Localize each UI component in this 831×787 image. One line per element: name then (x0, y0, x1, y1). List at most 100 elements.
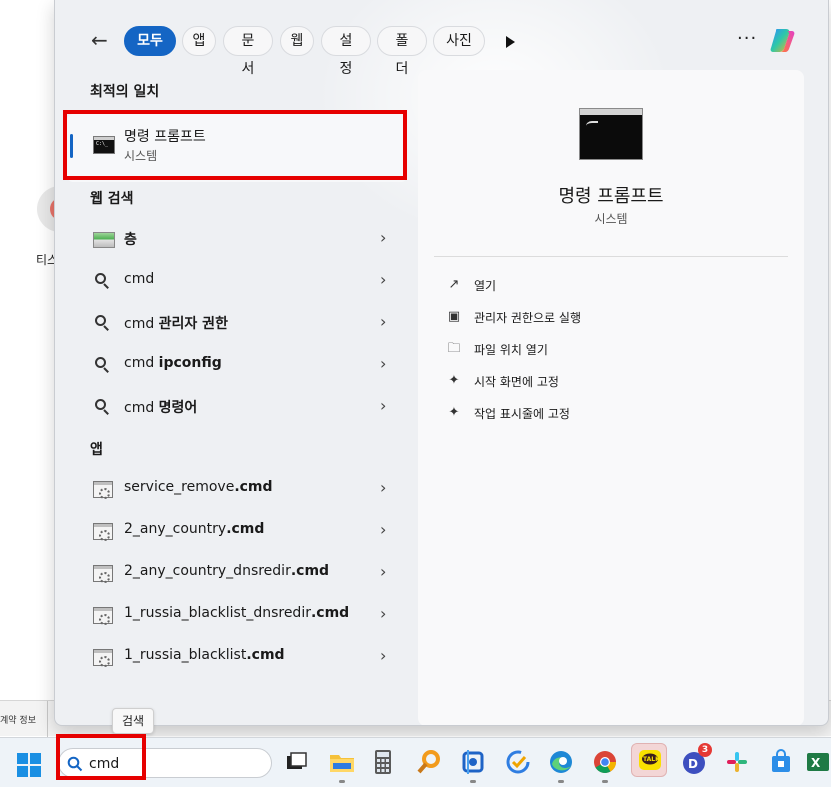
web-search-heading: 웹 검색 (90, 191, 134, 207)
web-search-item[interactable]: 층 › (67, 218, 407, 258)
search-icon (93, 356, 111, 374)
app-result-item[interactable]: 2_any_country.cmd › (67, 510, 407, 550)
action-open[interactable]: ↗ 열기 (434, 270, 788, 300)
excel-icon: X (807, 753, 829, 771)
chevron-right-icon[interactable]: › (380, 354, 386, 373)
start-search-panel: ← 모두 앱 문서 웹 설정 폴더 사진 ··· 최적의 일치 C:\_ 명령 … (54, 0, 829, 726)
apps-heading: 앱 (90, 442, 103, 458)
web-search-label: cmd 관리자 권한 (124, 316, 228, 332)
chevron-right-icon[interactable]: › (380, 604, 386, 623)
running-indicator (602, 780, 608, 783)
batch-file-icon (93, 522, 113, 541)
todo-check-icon (506, 750, 530, 774)
batch-file-icon (93, 564, 113, 583)
action-open-file-location[interactable]: 🗀 파일 위치 열기 (434, 334, 788, 364)
chevron-right-icon[interactable]: › (380, 228, 386, 247)
taskbar-store-app[interactable] (766, 747, 796, 777)
folder-icon: 🗀 (447, 341, 461, 356)
shield-icon: ▣ (447, 309, 461, 324)
task-view-icon (287, 752, 307, 769)
web-search-item[interactable]: cmd ipconfig › (67, 344, 407, 384)
calculator-icon (375, 750, 391, 774)
tab-settings[interactable]: 설정 (321, 26, 371, 77)
copilot-icon[interactable] (768, 25, 798, 55)
edge-browser-icon (550, 751, 572, 773)
web-image-icon (93, 230, 115, 248)
snipping-tool-icon (462, 750, 484, 774)
running-indicator (339, 780, 345, 783)
chevron-right-icon[interactable]: › (380, 312, 386, 331)
chevron-right-icon[interactable]: › (380, 478, 386, 497)
taskbar-chrome[interactable] (590, 747, 620, 783)
chevron-right-icon[interactable]: › (380, 562, 386, 581)
taskbar-snipping-tool[interactable] (458, 747, 488, 783)
svg-text:D: D (688, 757, 698, 771)
running-indicator (470, 780, 476, 783)
search-icon (93, 398, 111, 416)
tab-apps[interactable]: 앱 (182, 26, 216, 56)
detail-divider (434, 256, 788, 257)
chrome-browser-icon (594, 751, 616, 773)
detail-title: 명령 프롬프트 (558, 186, 664, 207)
notification-badge: 3 (698, 743, 712, 757)
action-label: 작업 표시줄에 고정 (474, 407, 570, 421)
tab-all[interactable]: 모두 (124, 26, 176, 56)
detail-subtitle: 시스템 (594, 212, 628, 226)
red-highlight-annotation (63, 110, 407, 180)
taskbar-excel[interactable]: X (805, 747, 831, 777)
action-pin-to-start[interactable]: ✦ 시작 화면에 고정 (434, 366, 788, 396)
chevron-right-icon[interactable]: › (380, 396, 386, 415)
action-run-as-admin[interactable]: ▣ 관리자 권한으로 실행 (434, 302, 788, 332)
tab-web[interactable]: 웹 (280, 26, 314, 56)
taskbar-task-view[interactable] (282, 747, 312, 777)
taskbar-file-explorer[interactable] (327, 747, 357, 783)
pin-icon: ✦ (448, 373, 460, 388)
open-external-icon: ↗ (448, 277, 460, 292)
app-result-label: 2_any_country_dnsredir.cmd (124, 563, 330, 579)
more-tabs-play-icon[interactable] (506, 36, 515, 48)
command-prompt-icon-large (579, 108, 643, 160)
web-search-label: cmd ipconfig (124, 355, 222, 371)
batch-file-icon (93, 648, 113, 667)
app-result-item[interactable]: 1_russia_blacklist_dnsredir.cmd › (67, 594, 407, 634)
detail-pane: 명령 프롬프트 시스템 ↗ 열기 ▣ 관리자 권한으로 실행 🗀 파일 위치 열… (418, 70, 804, 725)
tab-folders[interactable]: 폴더 (377, 26, 427, 77)
results-column: 최적의 일치 명령 프롬프트 시스템 웹 검색 층 › cmd › cmd 관리… (55, 70, 415, 725)
action-label: 열기 (474, 279, 497, 293)
search-icon (93, 272, 111, 290)
taskbar-magnifier-app[interactable] (414, 747, 444, 777)
app-result-label: 2_any_country.cmd (124, 521, 265, 537)
best-match-heading: 최적의 일치 (90, 84, 160, 100)
taskbar-kakaotalk[interactable]: TALK (631, 743, 667, 777)
magnifier-icon (417, 750, 440, 774)
more-options-icon[interactable]: ··· (737, 28, 757, 49)
app-result-item[interactable]: service_remove.cmd › (67, 468, 407, 508)
chevron-right-icon[interactable]: › (380, 520, 386, 539)
taskbar-calculator[interactable] (368, 747, 398, 777)
search-icon (93, 314, 111, 332)
background-divider (47, 701, 48, 737)
folder-icon (330, 755, 354, 772)
back-arrow-icon[interactable]: ← (91, 30, 113, 52)
web-search-item[interactable]: cmd › (67, 260, 407, 300)
tab-documents[interactable]: 문서 (223, 26, 273, 77)
web-search-item[interactable]: cmd 명령어 › (67, 386, 407, 426)
taskbar-todo[interactable] (503, 747, 533, 777)
store-bag-icon (772, 749, 790, 772)
app-result-item[interactable]: 2_any_country_dnsredir.cmd › (67, 552, 407, 592)
chevron-right-icon[interactable]: › (380, 646, 386, 665)
search-tooltip: 검색 (112, 708, 154, 734)
taskbar-discord-like-app[interactable]: D 3 (679, 743, 712, 777)
action-pin-to-taskbar[interactable]: ✦ 작업 표시줄에 고정 (434, 398, 788, 428)
red-highlight-annotation-search (56, 734, 146, 780)
app-result-label: 1_russia_blacklist.cmd (124, 647, 285, 663)
web-search-item[interactable]: cmd 관리자 권한 › (67, 302, 407, 342)
batch-file-icon (93, 606, 113, 625)
app-result-label: service_remove.cmd (124, 479, 273, 495)
app-result-item[interactable]: 1_russia_blacklist.cmd › (67, 636, 407, 676)
taskbar-edge[interactable] (546, 747, 576, 783)
chevron-right-icon[interactable]: › (380, 270, 386, 289)
taskbar-slack[interactable] (722, 747, 752, 777)
tab-photos[interactable]: 사진 (433, 26, 485, 56)
windows-start-icon[interactable] (17, 753, 41, 777)
